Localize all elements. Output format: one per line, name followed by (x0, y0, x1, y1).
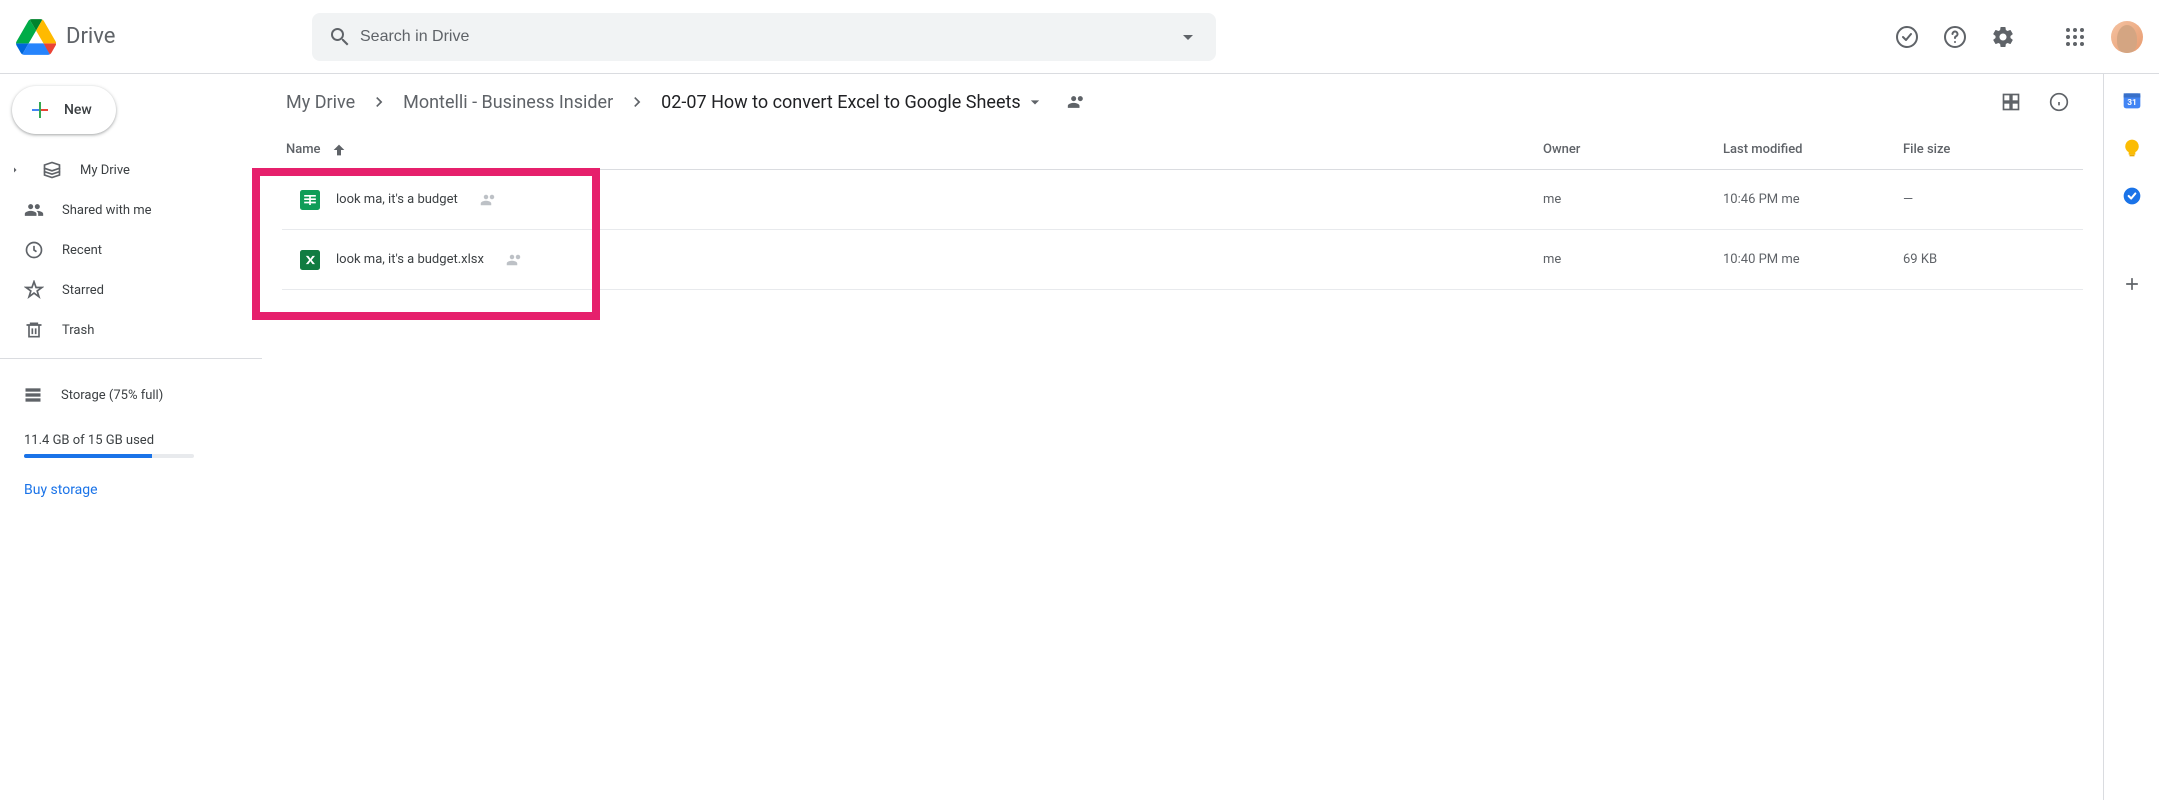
search-options-icon[interactable] (1168, 17, 1208, 57)
side-panel: 31 (2103, 74, 2159, 800)
search-input[interactable] (360, 28, 1168, 46)
sheets-icon (300, 190, 320, 210)
file-modified: 10:40 PM me (1723, 252, 1903, 267)
file-owner: me (1543, 192, 1723, 207)
trash-icon (24, 320, 44, 340)
drive-folder-icon (42, 160, 62, 180)
app-title: Drive (66, 24, 115, 49)
header: Drive (0, 0, 2159, 74)
file-size: 69 KB (1903, 252, 2083, 267)
expand-icon[interactable] (6, 164, 24, 176)
breadcrumb: My Drive Montelli - Business Insider 02-… (262, 82, 1991, 122)
plus-icon (28, 98, 52, 122)
column-owner[interactable]: Owner (1543, 142, 1723, 157)
keep-icon[interactable] (2122, 138, 2142, 158)
chevron-right-icon (369, 92, 389, 112)
table-header: Name Owner Last modified File size (282, 130, 2083, 170)
chevron-right-icon (627, 92, 647, 112)
account-avatar[interactable] (2111, 21, 2143, 53)
help-icon[interactable] (1935, 17, 1975, 57)
breadcrumb-folder-1[interactable]: Montelli - Business Insider (399, 88, 617, 117)
header-actions (1887, 17, 2151, 57)
file-name: look ma, it's a budget.xlsx (336, 252, 484, 267)
sidebar-item-starred[interactable]: Starred (0, 270, 262, 310)
people-icon (24, 200, 44, 220)
svg-text:31: 31 (2127, 98, 2137, 108)
sidebar-item-trash[interactable]: Trash (0, 310, 262, 350)
calendar-icon[interactable]: 31 (2122, 90, 2142, 110)
storage-used-text: 11.4 GB of 15 GB used (24, 433, 238, 448)
file-owner: me (1543, 252, 1723, 267)
storage-icon (23, 385, 43, 405)
sidebar-item-recent[interactable]: Recent (0, 230, 262, 270)
details-icon[interactable] (2039, 82, 2079, 122)
sidebar-item-storage[interactable]: Storage (75% full) (24, 375, 238, 415)
add-addon-icon[interactable] (2122, 274, 2142, 294)
file-size: — (1903, 192, 2083, 207)
grid-view-icon[interactable] (1991, 82, 2031, 122)
sidebar-item-my-drive[interactable]: My Drive (0, 150, 262, 190)
table-row[interactable]: look ma, it's a budget me 10:46 PM me — (282, 170, 2083, 230)
share-folder-icon[interactable] (1057, 82, 1097, 122)
search-bar[interactable] (312, 13, 1216, 61)
dropdown-icon (1025, 92, 1045, 112)
table-row[interactable]: look ma, it's a budget.xlsx me 10:40 PM … (282, 230, 2083, 290)
file-modified: 10:46 PM me (1723, 192, 1903, 207)
storage-bar (24, 454, 194, 458)
search-icon[interactable] (320, 17, 360, 57)
excel-icon (300, 250, 320, 270)
column-size[interactable]: File size (1903, 142, 2083, 157)
shared-icon (480, 191, 498, 209)
breadcrumb-my-drive[interactable]: My Drive (282, 88, 359, 117)
tasks-icon[interactable] (2122, 186, 2142, 206)
drive-logo-area[interactable]: Drive (16, 17, 312, 57)
star-icon (24, 280, 44, 300)
clock-icon (24, 240, 44, 260)
new-button-label: New (64, 102, 92, 118)
new-button[interactable]: New (12, 86, 116, 134)
column-modified[interactable]: Last modified (1723, 142, 1903, 157)
settings-icon[interactable] (1983, 17, 2023, 57)
breadcrumb-current[interactable]: 02-07 How to convert Excel to Google She… (657, 88, 1049, 117)
ready-offline-icon[interactable] (1887, 17, 1927, 57)
column-name[interactable]: Name (282, 142, 1543, 158)
sidebar: New My Drive Shared with me Recent Starr… (0, 74, 262, 800)
shared-icon (506, 251, 524, 269)
sort-arrow-up-icon (331, 142, 347, 158)
sidebar-item-shared[interactable]: Shared with me (0, 190, 262, 230)
file-name: look ma, it's a budget (336, 192, 458, 207)
apps-grid-icon[interactable] (2055, 17, 2095, 57)
main-content: My Drive Montelli - Business Insider 02-… (262, 74, 2103, 800)
drive-logo-icon (16, 17, 56, 57)
buy-storage-link[interactable]: Buy storage (24, 482, 238, 498)
